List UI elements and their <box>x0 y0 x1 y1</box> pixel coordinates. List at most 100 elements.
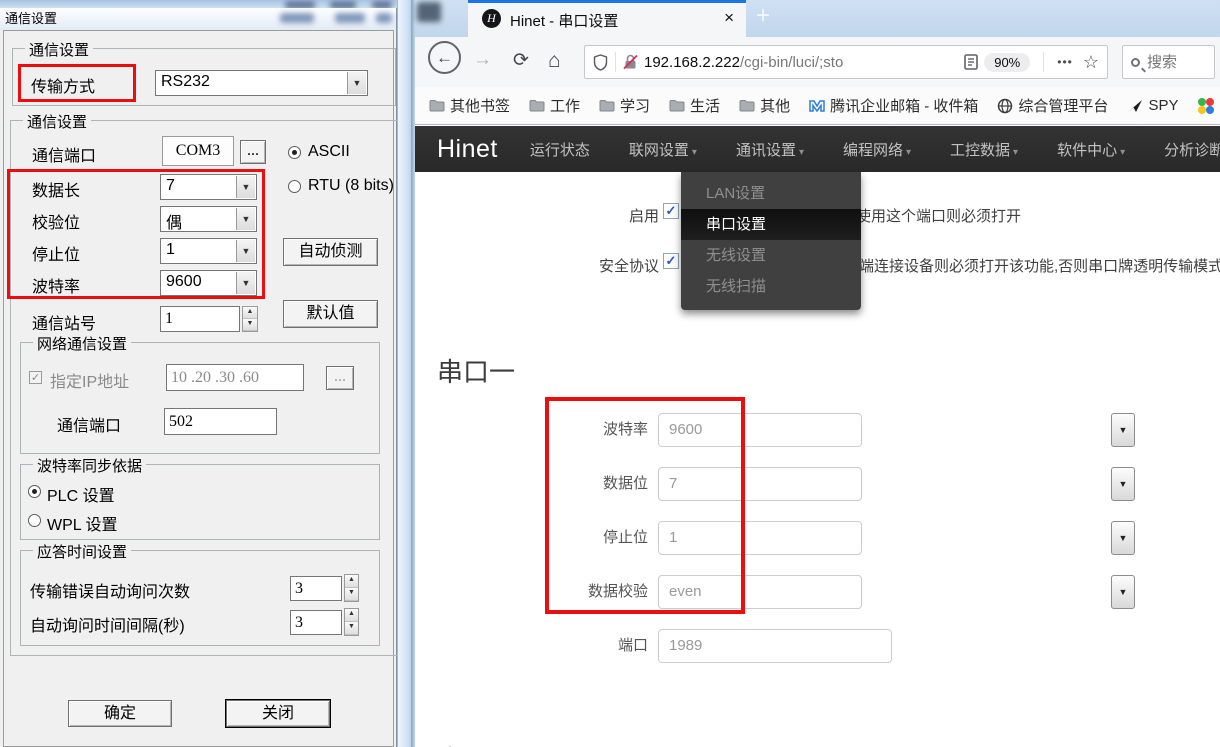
insecure-lock-icon[interactable] <box>623 54 638 70</box>
enable-hint: 使用这个端口则必须打开 <box>856 205 1021 226</box>
security-protocol-hint: 端连接设备则必须打开该功能,否则串口牌透明传输模式 <box>859 255 1220 276</box>
chevron-down-icon[interactable]: ▼ <box>1111 575 1135 609</box>
bookmark-folder[interactable]: 其他 <box>739 95 790 116</box>
nav-item-diagnosis[interactable]: 分析诊断▾ <box>1164 139 1220 160</box>
bookmark-label: 其他书签 <box>450 95 510 116</box>
bookmark-star-icon[interactable]: ☆ <box>1083 52 1099 73</box>
bookmark-folder[interactable]: 工作 <box>529 95 580 116</box>
home-button[interactable]: ⌂ <box>548 49 561 73</box>
spin-down-icon[interactable]: ▼ <box>345 588 358 601</box>
plc-setting-radio[interactable] <box>28 485 41 498</box>
com-port-value-box[interactable]: COM3 <box>162 136 234 166</box>
query-interval-field[interactable] <box>290 610 342 635</box>
chevron-down-icon[interactable]: ▼ <box>347 72 366 94</box>
retry-count-stepper[interactable]: ▲▼ <box>344 574 359 602</box>
retry-count-field[interactable] <box>290 576 342 601</box>
chevron-down-icon[interactable]: ▼ <box>1111 467 1135 501</box>
nav-item-programming[interactable]: 编程网络▾ <box>843 139 911 160</box>
ip-address-field[interactable] <box>166 364 304 391</box>
reload-button[interactable]: ⟳ <box>513 49 529 72</box>
url-bar[interactable]: 192.168.2.222/cgi-bin/luci/;sto 90% ••• … <box>584 45 1108 79</box>
ascii-radio[interactable] <box>288 146 301 159</box>
menu-item-wireless[interactable]: 无线设置 <box>681 240 861 271</box>
enable-checkbox[interactable]: ✓ <box>663 203 679 219</box>
retry-count-input[interactable] <box>290 576 342 601</box>
browser-tab[interactable]: H Hinet - 串口设置 × <box>468 0 746 37</box>
bookmark-label: 腾讯企业邮箱 - 收件箱 <box>830 95 978 116</box>
port-field-label: 端口 <box>528 629 648 663</box>
dart-icon <box>1127 99 1143 113</box>
globe-icon <box>997 98 1013 114</box>
search-input[interactable] <box>1147 54 1207 71</box>
default-value-button[interactable]: 默认值 <box>283 300 378 328</box>
menu-item-lan[interactable]: LAN设置 <box>681 178 861 209</box>
bookmark-link[interactable]: 腾讯企业邮箱 - 收件箱 <box>809 95 978 116</box>
query-interval-input[interactable] <box>290 610 342 635</box>
ok-button[interactable]: 确定 <box>68 700 172 727</box>
station-number-input[interactable] <box>160 306 240 332</box>
rtu-radio[interactable] <box>288 180 301 193</box>
network-port-label: 通信端口 <box>57 412 121 436</box>
reader-mode-icon[interactable] <box>964 54 978 70</box>
nav-item-industrial-data[interactable]: 工控数据▾ <box>950 139 1018 160</box>
spin-up-icon[interactable]: ▲ <box>345 609 358 622</box>
station-number-stepper[interactable]: ▲▼ <box>242 306 258 332</box>
new-tab-button[interactable]: + <box>756 2 770 30</box>
page-actions-icon[interactable]: ••• <box>1057 55 1073 69</box>
search-box[interactable] <box>1122 45 1215 79</box>
url-text[interactable]: 192.168.2.222/cgi-bin/luci/;sto <box>644 54 964 71</box>
ip-browse-button[interactable]: ... <box>326 366 354 390</box>
network-port-field[interactable] <box>164 408 277 435</box>
wpl-setting-label: WPL 设置 <box>47 511 118 535</box>
zoom-level-badge[interactable]: 90% <box>984 53 1030 72</box>
shield-icon[interactable] <box>593 54 608 71</box>
back-button[interactable]: ← <box>428 41 461 74</box>
mail-icon <box>809 99 825 113</box>
group-label: 波特率同步依据 <box>33 455 146 476</box>
com-port-browse-button[interactable]: ... <box>240 140 266 164</box>
tab-accent-line <box>468 0 746 3</box>
caret-down-icon: ▾ <box>799 147 804 158</box>
bookmark-folder[interactable]: 学习 <box>599 95 650 116</box>
serial-port-1-heading: 串口一 <box>437 352 515 389</box>
bookmark-folder[interactable]: 其他书签 <box>429 95 510 116</box>
close-button[interactable]: 关闭 <box>226 700 330 727</box>
menu-item-wireless-scan[interactable]: 无线扫描 <box>681 271 861 302</box>
chevron-down-icon[interactable]: ▼ <box>1111 413 1135 447</box>
specify-ip-checkbox[interactable]: ✓ <box>29 371 42 384</box>
spin-down-icon[interactable]: ▼ <box>345 622 358 635</box>
url-separator <box>1043 52 1044 72</box>
caret-down-icon: ▾ <box>1120 147 1125 158</box>
nav-item-status[interactable]: 运行状态 <box>530 139 590 160</box>
menu-item-serial[interactable]: 串口设置 <box>681 209 861 240</box>
bookmark-link[interactable] <box>1197 97 1220 115</box>
bookmark-label: SPY <box>1148 97 1178 114</box>
station-number-field[interactable] <box>160 306 240 332</box>
ip-address-input[interactable] <box>166 364 304 391</box>
site-logo[interactable]: Hinet <box>437 135 498 164</box>
bookmark-link[interactable]: 综合管理平台 <box>997 95 1108 116</box>
combobox-value: RS232 <box>161 73 210 91</box>
chevron-down-icon[interactable]: ▼ <box>1111 521 1135 555</box>
annotation-red-box-transfer <box>18 64 136 102</box>
background-blur-blob <box>376 13 392 23</box>
nav-item-comm[interactable]: 通讯设置▾ <box>736 139 804 160</box>
spin-up-icon[interactable]: ▲ <box>243 307 257 319</box>
nav-item-software-center[interactable]: 软件中心▾ <box>1057 139 1125 160</box>
auto-detect-button[interactable]: 自动侦测 <box>283 238 378 266</box>
spin-down-icon[interactable]: ▼ <box>243 319 257 331</box>
group-label: 网络通信设置 <box>33 333 131 354</box>
tab-close-icon[interactable]: × <box>724 8 734 28</box>
nav-item-network[interactable]: 联网设置▾ <box>629 139 697 160</box>
security-protocol-checkbox[interactable]: ✓ <box>663 253 679 269</box>
bookmark-folder[interactable]: 生活 <box>669 95 720 116</box>
spin-up-icon[interactable]: ▲ <box>345 575 358 588</box>
network-port-input[interactable] <box>164 408 277 435</box>
transfer-mode-combobox[interactable]: RS232 ▼ <box>155 70 368 96</box>
bookmark-link[interactable]: SPY <box>1127 97 1178 114</box>
serial-port-2-heading: 串口二 <box>437 740 515 747</box>
query-interval-stepper[interactable]: ▲▼ <box>344 608 359 636</box>
port-input[interactable]: 1989 <box>658 629 892 663</box>
forward-button[interactable]: → <box>473 49 492 71</box>
wpl-setting-radio[interactable] <box>28 514 41 527</box>
